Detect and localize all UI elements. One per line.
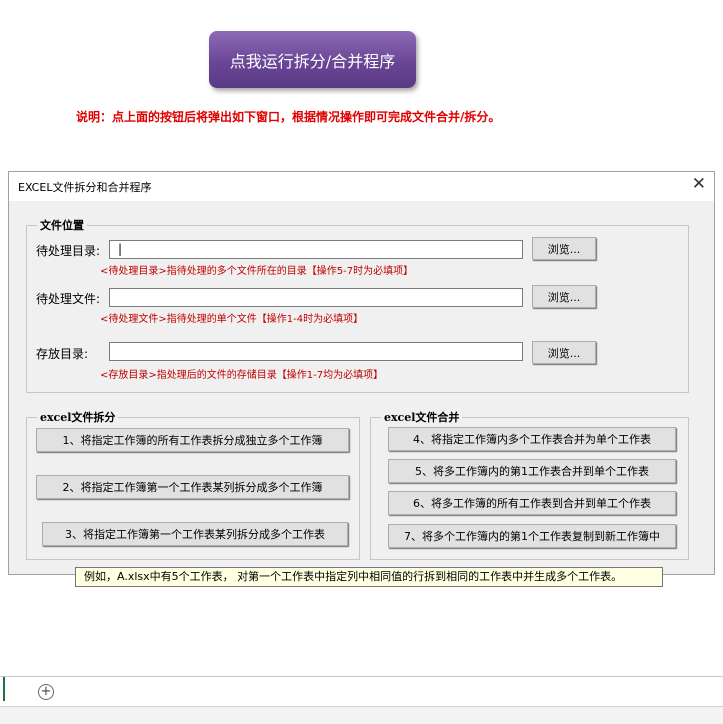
source-dir-input[interactable]: | xyxy=(109,240,523,259)
dialog-title: EXCEL文件拆分和合并程序 xyxy=(18,181,152,194)
merge-option-6-button[interactable]: 6、将多工作簿的所有工作表到合并到单工个作表 xyxy=(388,491,676,515)
help-tooltip: 例如，A.xlsx中有5个工作表， 对第一个工作表中指定列中相同值的行拆到相同的… xyxy=(75,567,663,587)
source-dir-hint: <待处理目录>指待处理的多个文件所在的目录【操作5-7时为必填项】 xyxy=(100,266,414,277)
source-file-label: 待处理文件: xyxy=(36,292,101,306)
output-dir-input[interactable] xyxy=(109,342,523,361)
split-option-2-button[interactable]: 2、将指定工作簿第一个工作表某列拆分成多个工作簿 xyxy=(36,475,349,499)
merge-option-4-button[interactable]: 4、将指定工作簿内多个工作表合并为单个工作表 xyxy=(388,427,676,451)
excel-merge-legend: excel文件合并 xyxy=(381,409,463,425)
source-dir-label: 待处理目录: xyxy=(36,244,101,258)
output-dir-label: 存放目录: xyxy=(36,347,89,361)
add-sheet-icon[interactable]: + xyxy=(38,684,54,700)
excel-merge-group: excel文件合并 4、将指定工作簿内多个工作表合并为单个工作表 5、将多工作簿… xyxy=(370,409,689,560)
file-location-legend: 文件位置 xyxy=(37,217,87,233)
source-dir-browse-button[interactable]: 浏览... xyxy=(532,237,596,260)
split-merge-dialog: EXCEL文件拆分和合并程序 ✕ 文件位置 待处理目录: | 浏览... <待处… xyxy=(8,171,715,575)
sheet-tab-bar: + xyxy=(0,676,723,707)
file-location-group: 文件位置 待处理目录: | 浏览... <待处理目录>指待处理的多个文件所在的目… xyxy=(26,217,689,393)
instruction-note: 说明：点上面的按钮后将弹出如下窗口，根据情况操作即可完成文件合并/拆分。 xyxy=(76,110,501,124)
run-split-merge-button[interactable]: 点我运行拆分/合并程序 xyxy=(209,31,416,88)
merge-option-7-button[interactable]: 7、将多个工作簿内的第1个工作表复制到新工作簿中 xyxy=(388,524,676,548)
excel-split-group: excel文件拆分 1、将指定工作簿的所有工作表拆分成独立多个工作簿 2、将指定… xyxy=(26,409,360,560)
merge-option-5-button[interactable]: 5、将多工作簿内的第1工作表合并到单个工作表 xyxy=(388,459,676,483)
output-dir-browse-button[interactable]: 浏览... xyxy=(532,341,596,364)
output-dir-hint: <存放目录>指处理后的文件的存储目录【操作1-7均为必填项】 xyxy=(100,370,384,381)
source-file-browse-button[interactable]: 浏览... xyxy=(532,285,596,308)
close-icon[interactable]: ✕ xyxy=(692,174,706,194)
active-sheet-tab[interactable] xyxy=(3,677,5,701)
source-file-hint: <待处理文件>指待处理的单个文件【操作1-4时为必填项】 xyxy=(100,314,364,325)
status-bar xyxy=(0,706,723,724)
split-option-3-button[interactable]: 3、将指定工作簿第一个工作表某列拆分成多个工作表 xyxy=(42,522,348,546)
split-option-1-button[interactable]: 1、将指定工作簿的所有工作表拆分成独立多个工作簿 xyxy=(36,428,349,452)
dialog-titlebar: EXCEL文件拆分和合并程序 ✕ xyxy=(9,172,714,201)
excel-split-legend: excel文件拆分 xyxy=(37,409,119,425)
source-file-input[interactable] xyxy=(109,288,523,307)
